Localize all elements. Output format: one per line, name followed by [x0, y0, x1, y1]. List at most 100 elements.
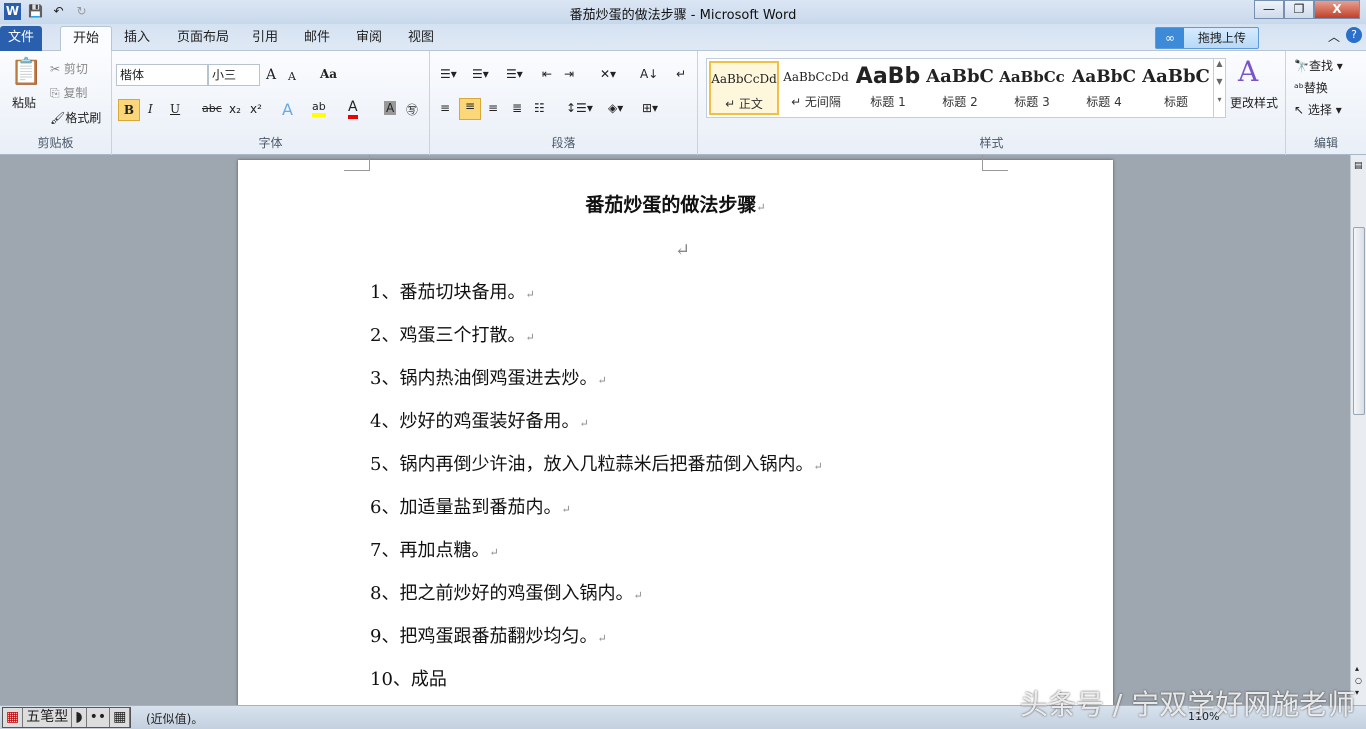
paragraph-group: ☰▾ ☰▾ ☰▾ ⇤ ⇥ ✕▾ A↓ ↵ ≡ ≡ ≡ ≣ ☷ ↕☰▾ ◈▾ ⊞▾…: [430, 51, 698, 155]
cloud-icon: ∞: [1156, 28, 1184, 48]
font-color-icon[interactable]: A: [348, 99, 358, 119]
grow-font-button[interactable]: A: [266, 67, 276, 83]
collapse-ribbon-icon[interactable]: ︿: [1328, 28, 1340, 45]
shading-icon[interactable]: ◈▾: [608, 101, 623, 115]
punctuation-icon[interactable]: ••: [87, 708, 111, 727]
align-right-icon[interactable]: ≡: [488, 101, 498, 115]
cut-button[interactable]: ✂ 剪切: [50, 60, 88, 77]
paste-icon[interactable]: 📋: [10, 57, 42, 87]
list-item: 10、成品: [370, 669, 447, 690]
ribbon-tabs: 文件 开始 插入 页面布局 引用 邮件 审阅 视图 ∞ 拖拽上传 ︿ ?: [0, 24, 1366, 51]
clipboard-group-label: 剪贴板: [37, 136, 74, 150]
increase-indent-icon[interactable]: ⇥: [564, 67, 574, 81]
chinese-layout-icon[interactable]: ✕▾: [600, 67, 616, 81]
style-heading-1[interactable]: AaBb 标题 1: [853, 61, 923, 115]
editing-group-label: 编辑: [1313, 136, 1338, 150]
select-button[interactable]: ↖ 选择 ▾: [1294, 101, 1342, 118]
style-heading-4[interactable]: AaBbC 标题 4: [1069, 61, 1139, 115]
gallery-scroll[interactable]: ▲ ▼ ▾: [1213, 59, 1225, 117]
document-page[interactable]: 番茄炒蛋的做法步骤↵ ↵ 1、番茄切块备用。↵ 2、鸡蛋三个打散。↵ 3、锅内热…: [238, 155, 1113, 705]
format-painter-button[interactable]: 🖌格式刷: [50, 109, 101, 126]
window-title: 番茄炒蛋的做法步骤 - Microsoft Word: [569, 8, 797, 23]
line-spacing-icon[interactable]: ↕☰▾: [566, 101, 593, 115]
bullets-icon[interactable]: ☰▾: [440, 67, 457, 81]
tab-home[interactable]: 开始: [60, 26, 113, 51]
style-no-spacing[interactable]: AaBbCcDd ↵ 无间隔: [781, 61, 851, 115]
crop-mark: [982, 155, 1008, 171]
document-area: 番茄炒蛋的做法步骤↵ ↵ 1、番茄切块备用。↵ 2、鸡蛋三个打散。↵ 3、锅内热…: [0, 155, 1350, 705]
tab-review[interactable]: 审阅: [344, 26, 394, 51]
change-styles-icon[interactable]: A: [1238, 55, 1258, 88]
highlight-icon[interactable]: ab: [312, 100, 326, 117]
tab-file[interactable]: 文件: [0, 26, 42, 51]
upload-label: 拖拽上传: [1197, 31, 1246, 45]
tab-references[interactable]: 引用: [240, 26, 290, 51]
crop-mark: [344, 155, 370, 171]
distributed-icon[interactable]: ☷: [534, 101, 545, 115]
close-button[interactable]: X: [1314, 0, 1360, 19]
font-group: 楷体 小三 A A Aa B I U abc x₂ x² A ab A A ㊢ …: [112, 51, 430, 155]
sort-icon[interactable]: A↓: [640, 67, 658, 81]
list-item: 6、加适量盐到番茄内。↵: [370, 497, 571, 518]
list-item: 1、番茄切块备用。↵: [370, 282, 535, 303]
change-styles-button[interactable]: 更改样式: [1230, 94, 1278, 111]
style-heading-3[interactable]: AaBbCc 标题 3: [997, 61, 1067, 115]
list-item: 5、锅内再倒少许油，放入几粒蒜米后把番茄倒入锅内。↵: [370, 454, 823, 475]
list-item: 4、炒好的鸡蛋装好备用。↵: [370, 411, 589, 432]
strikethrough-button[interactable]: abc: [202, 102, 222, 115]
list-item: 9、把鸡蛋跟番茄翻炒均匀。↵: [370, 626, 607, 647]
borders-icon[interactable]: ⊞▾: [642, 101, 658, 115]
style-normal[interactable]: AaBbCcDd ↵ 正文: [709, 61, 779, 115]
ime-mode[interactable]: 五笔型: [23, 708, 73, 727]
text-effects-icon[interactable]: A: [282, 100, 293, 119]
copy-button[interactable]: ⎘ 复制: [50, 84, 87, 101]
italic-button[interactable]: I: [148, 102, 153, 116]
justify-icon[interactable]: ≣: [512, 101, 522, 115]
ime-toolbar[interactable]: ▦ 五笔型 ◗ •• ▦: [2, 707, 132, 728]
tab-page-layout[interactable]: 页面布局: [165, 26, 241, 51]
list-item: 3、锅内热油倒鸡蛋进去炒。↵: [370, 368, 607, 389]
half-width-icon[interactable]: ◗: [72, 708, 87, 727]
style-title[interactable]: AaBbC 标题: [1141, 61, 1211, 115]
replace-button[interactable]: ᵃᵇ替换: [1294, 79, 1328, 96]
paste-button[interactable]: 粘贴: [12, 94, 36, 111]
styles-gallery: AaBbCcDd ↵ 正文 AaBbCcDd ↵ 无间隔 AaBb 标题 1 AaBb…: [706, 58, 1226, 118]
show-marks-icon[interactable]: ↵: [676, 67, 686, 81]
ruler-toggle-icon[interactable]: ▤: [1354, 161, 1363, 171]
style-heading-2[interactable]: AaBbC 标题 2: [925, 61, 995, 115]
ime-logo-icon: ▦: [3, 708, 24, 727]
empty-paragraph: ↵: [675, 240, 691, 261]
font-group-label: 字体: [258, 136, 283, 150]
soft-keyboard-icon[interactable]: ▦: [110, 708, 131, 727]
vertical-scrollbar[interactable]: ▤ ▴ ○ ▾: [1350, 155, 1366, 705]
minimize-button[interactable]: —: [1254, 0, 1284, 19]
multilevel-list-icon[interactable]: ☰▾: [506, 67, 523, 81]
enclose-char-icon[interactable]: ㊢: [406, 101, 418, 118]
align-left-icon[interactable]: ≡: [440, 101, 450, 115]
help-icon[interactable]: ?: [1346, 27, 1362, 43]
find-button[interactable]: 🔭查找 ▾: [1294, 57, 1343, 74]
superscript-button[interactable]: x²: [250, 102, 262, 116]
bold-button[interactable]: B: [118, 99, 140, 121]
tab-insert[interactable]: 插入: [112, 26, 162, 51]
upload-button[interactable]: ∞ 拖拽上传: [1155, 27, 1259, 49]
align-center-icon[interactable]: ≡: [459, 98, 481, 120]
list-item: 7、再加点糖。↵: [370, 540, 499, 561]
styles-group: AaBbCcDd ↵ 正文 AaBbCcDd ↵ 无间隔 AaBb 标题 1 AaBb…: [698, 51, 1286, 155]
tab-view[interactable]: 视图: [396, 26, 446, 51]
decrease-indent-icon[interactable]: ⇤: [542, 67, 552, 81]
browse-object-icons[interactable]: ▴ ○ ▾: [1355, 663, 1362, 699]
document-title: 番茄炒蛋的做法步骤↵: [585, 194, 766, 216]
tab-mailings[interactable]: 邮件: [292, 26, 342, 51]
font-name-combo[interactable]: 楷体: [116, 64, 208, 86]
change-case-button[interactable]: Aa: [320, 67, 337, 81]
char-shading-icon[interactable]: A: [384, 101, 397, 115]
numbering-icon[interactable]: ☰▾: [472, 67, 489, 81]
underline-button[interactable]: U: [170, 102, 180, 116]
font-size-combo[interactable]: 小三: [208, 64, 260, 86]
status-text: (近似值)。: [146, 712, 204, 726]
subscript-button[interactable]: x₂: [229, 102, 241, 116]
scrollbar-thumb[interactable]: [1353, 227, 1365, 415]
restore-button[interactable]: ❐: [1284, 0, 1314, 19]
shrink-font-button[interactable]: A: [288, 70, 296, 83]
